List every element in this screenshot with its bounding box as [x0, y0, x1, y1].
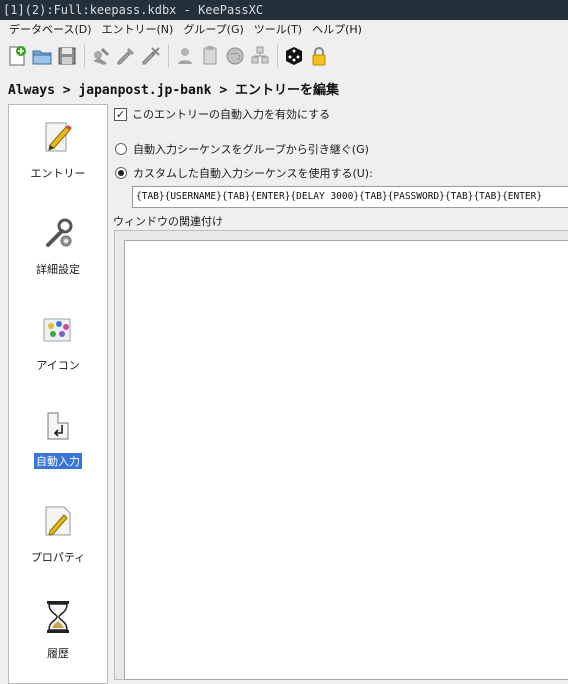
enable-autotype-row[interactable]: ✓ このエントリーの自動入力を有効にする: [114, 106, 330, 122]
sidebar-item-icon[interactable]: アイコン: [9, 311, 107, 373]
icon-palette-icon: [40, 311, 76, 347]
window-title: [1](2):Full:keepass.kdbx - KeePassXC: [3, 3, 264, 17]
category-sidebar: エントリー 詳細設定 アイコン 自動入力 プロパティ 履歴: [8, 104, 108, 684]
lock-database-icon[interactable]: [307, 44, 331, 68]
history-hourglass-icon: [40, 599, 76, 635]
menu-tools[interactable]: ツール(T): [249, 20, 307, 40]
password-generator-icon[interactable]: [282, 44, 306, 68]
properties-pencil-icon: [40, 503, 76, 539]
window-association-label: ウィンドウの関連付け: [113, 215, 223, 228]
inherit-sequence-label: 自動入力シーケンスをグループから引き継ぐ(G): [133, 143, 369, 156]
menu-database[interactable]: データベース(D): [4, 20, 97, 40]
advanced-wrench-icon: [40, 215, 76, 251]
toolbar-separator: [84, 44, 85, 67]
sidebar-item-history[interactable]: 履歴: [9, 599, 107, 661]
sidebar-label-advanced: 詳細設定: [36, 263, 80, 276]
inherit-sequence-radio[interactable]: [115, 143, 127, 155]
menu-help[interactable]: ヘルプ(H): [307, 20, 367, 40]
copy-password-icon[interactable]: [198, 44, 222, 68]
breadcrumb: Always > japanpost.jp-bank > エントリーを編集: [8, 83, 339, 98]
inherit-sequence-row[interactable]: 自動入力シーケンスをグループから引き継ぐ(G): [115, 141, 369, 157]
autotype-icon[interactable]: [248, 44, 272, 68]
edit-entry-icon[interactable]: [114, 44, 138, 68]
sidebar-item-advanced[interactable]: 詳細設定: [9, 215, 107, 277]
custom-sequence-label: カスタムした自動入力シーケンスを使用する(U):: [133, 167, 373, 180]
save-database-icon[interactable]: [55, 44, 79, 68]
menu-entry[interactable]: エントリー(N): [97, 20, 179, 40]
sidebar-item-properties[interactable]: プロパティ: [9, 503, 107, 565]
menu-bar: データベース(D) エントリー(N) グループ(G) ツール(T) ヘルプ(H): [0, 20, 568, 40]
sidebar-label-entry: エントリー: [30, 167, 86, 180]
open-database-icon[interactable]: [30, 44, 54, 68]
sequence-input[interactable]: {TAB}{USERNAME}{TAB}{ENTER}{DELAY 3000}{…: [132, 186, 568, 208]
delete-entry-icon[interactable]: [139, 44, 163, 68]
sidebar-label-autotype: 自動入力: [34, 453, 82, 469]
add-entry-icon[interactable]: [89, 44, 113, 68]
custom-sequence-radio[interactable]: [115, 167, 127, 179]
window-title-bar: [1](2):Full:keepass.kdbx - KeePassXC: [0, 0, 568, 20]
sidebar-item-entry[interactable]: エントリー: [9, 119, 107, 181]
sidebar-label-icon: アイコン: [36, 359, 80, 372]
window-association-list[interactable]: [124, 240, 568, 680]
sidebar-item-autotype[interactable]: 自動入力: [9, 407, 107, 469]
entry-pencil-icon: [40, 119, 76, 155]
toolbar: [0, 40, 568, 71]
enable-autotype-checkbox[interactable]: ✓: [114, 107, 127, 121]
sidebar-label-properties: プロパティ: [30, 551, 86, 564]
autotype-keyboard-icon: [40, 407, 76, 443]
toolbar-separator: [277, 44, 278, 67]
sidebar-label-history: 履歴: [47, 647, 69, 660]
open-url-icon[interactable]: [223, 44, 247, 68]
enable-autotype-label: このエントリーの自動入力を有効にする: [132, 108, 331, 121]
new-database-icon[interactable]: [5, 44, 29, 68]
menu-group[interactable]: グループ(G): [178, 20, 248, 40]
copy-username-icon[interactable]: [173, 44, 197, 68]
custom-sequence-row[interactable]: カスタムした自動入力シーケンスを使用する(U):: [115, 165, 373, 181]
toolbar-separator: [168, 44, 169, 67]
